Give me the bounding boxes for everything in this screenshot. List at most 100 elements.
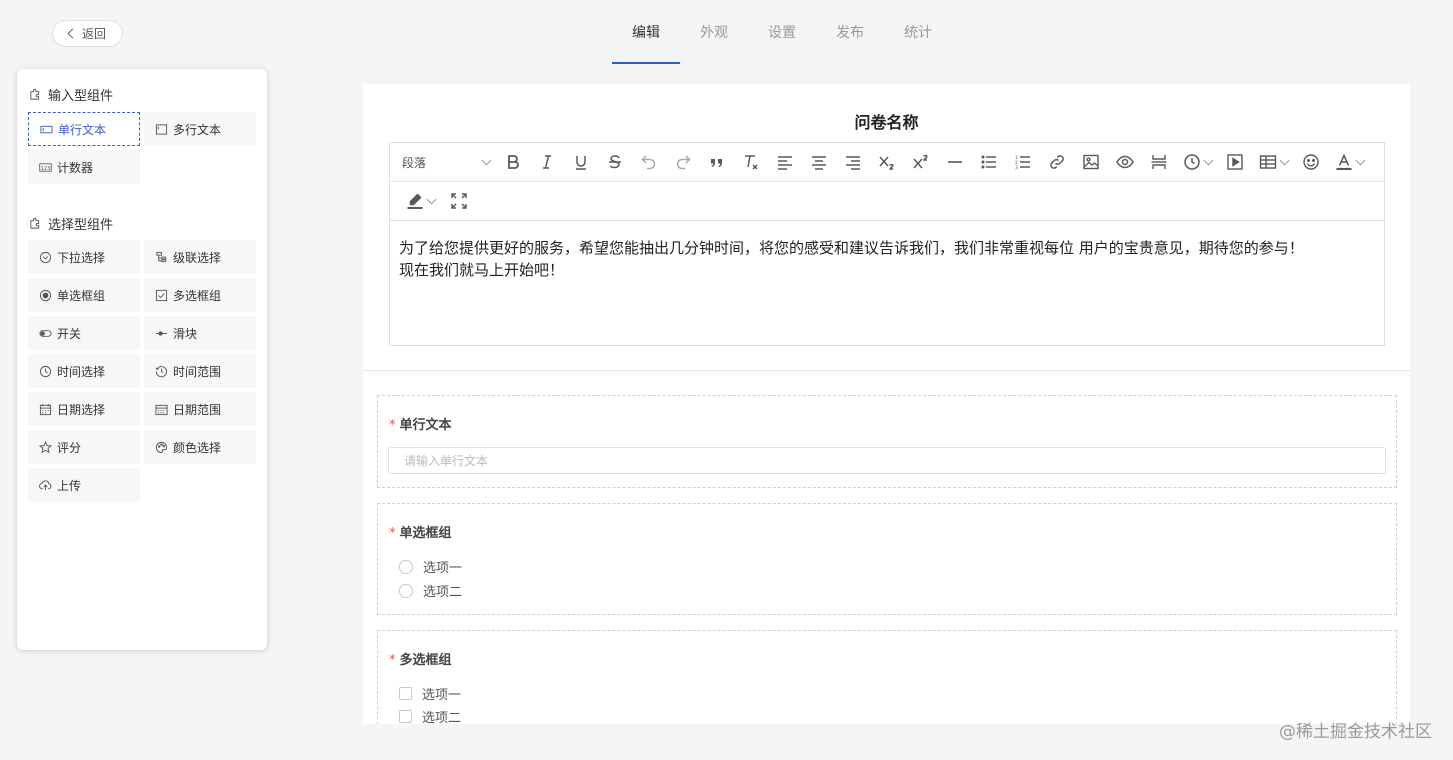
dropdown-icon: [39, 251, 52, 264]
component-time-range[interactable]: 时间范围: [144, 354, 256, 388]
back-button[interactable]: 返回: [52, 20, 123, 47]
tab-statistics[interactable]: 统计: [884, 0, 952, 64]
chevron-down-icon: [481, 155, 492, 165]
puzzle-icon: [29, 217, 42, 230]
tab-appearance-label: 外观: [700, 25, 728, 41]
chevron-left-icon: [67, 28, 78, 39]
time-range-icon: [155, 365, 168, 378]
component-switch[interactable]: 开关: [28, 316, 140, 350]
image-icon[interactable]: [1074, 148, 1108, 176]
checkbox-option-label: 选项一: [422, 688, 462, 703]
horizontal-rule-icon[interactable]: [938, 148, 972, 176]
component-upload[interactable]: 上传: [28, 468, 140, 502]
field-label: * 单选框组: [389, 522, 452, 541]
input-component-grid: 单行文本 多行文本 123 计数器: [28, 112, 256, 188]
redo-icon[interactable]: [666, 148, 700, 176]
form-title[interactable]: 问卷名称: [363, 109, 1410, 133]
font-color-icon: [1336, 153, 1351, 170]
link-icon[interactable]: [1040, 148, 1074, 176]
radio-option[interactable]: 选项一: [399, 557, 462, 576]
cloud-upload-icon: [39, 479, 52, 492]
component-radio-group[interactable]: 单选框组: [28, 278, 140, 312]
chevron-down-icon: [426, 194, 436, 204]
subscript-icon[interactable]: [870, 148, 904, 176]
top-bar: 返回 编辑 外观 设置 发布 统计: [0, 0, 1453, 64]
form-field-radio-group[interactable]: * 单选框组 选项一 选项二: [377, 503, 1397, 615]
component-cascader[interactable]: 级联选择: [144, 240, 256, 274]
insert-time-button[interactable]: [1176, 148, 1218, 176]
component-slider[interactable]: 滑块: [144, 316, 256, 350]
underline-icon[interactable]: [564, 148, 598, 176]
tab-publish[interactable]: 发布: [816, 0, 884, 64]
checkbox[interactable]: [399, 687, 412, 700]
component-label: 上传: [57, 478, 82, 493]
field-label-text: 单选框组: [399, 526, 452, 541]
component-label: 单选框组: [57, 288, 106, 303]
component-rate[interactable]: 评分: [28, 430, 140, 464]
component-date-range[interactable]: 日期范围: [144, 392, 256, 426]
video-icon[interactable]: [1218, 148, 1252, 176]
font-color-button[interactable]: [1328, 148, 1370, 176]
paragraph-select[interactable]: 段落: [398, 148, 496, 176]
preview-eye-icon[interactable]: [1108, 148, 1142, 176]
align-center-icon[interactable]: [802, 148, 836, 176]
blockquote-icon[interactable]: [700, 148, 734, 176]
component-multi-line-text[interactable]: 多行文本: [144, 112, 256, 146]
tab-appearance[interactable]: 外观: [680, 0, 748, 64]
clear-format-icon[interactable]: [734, 148, 768, 176]
tab-edit[interactable]: 编辑: [612, 0, 680, 64]
form-field-single-line-text[interactable]: * 单行文本: [377, 395, 1397, 488]
palette-icon: [155, 441, 168, 454]
bold-icon[interactable]: [496, 148, 530, 176]
chevron-down-icon: [1355, 155, 1365, 165]
emoji-icon[interactable]: [1294, 148, 1328, 176]
component-label: 评分: [57, 440, 82, 455]
superscript-icon[interactable]: [904, 148, 938, 176]
radio-option[interactable]: 选项二: [399, 581, 462, 600]
component-dropdown[interactable]: 下拉选择: [28, 240, 140, 274]
strikethrough-icon[interactable]: [598, 148, 632, 176]
editor-text-line: 为了给您提供更好的服务，希望您能抽出几分钟时间，将您的感受和建议告诉我们，我们非…: [399, 239, 1304, 257]
input-group-title: 输入型组件: [29, 85, 113, 104]
component-date-picker[interactable]: 日期选择: [28, 392, 140, 426]
undo-icon[interactable]: [632, 148, 666, 176]
component-time-picker[interactable]: 时间选择: [28, 354, 140, 388]
tab-settings[interactable]: 设置: [748, 0, 816, 64]
italic-icon[interactable]: [530, 148, 564, 176]
numbered-list-icon[interactable]: 123: [1006, 148, 1040, 176]
tab-settings-label: 设置: [768, 25, 796, 41]
component-color-picker[interactable]: 颜色选择: [144, 430, 256, 464]
insert-table-button[interactable]: [1252, 148, 1294, 176]
single-line-text-input[interactable]: [388, 447, 1386, 474]
component-single-line-text[interactable]: 单行文本: [28, 112, 140, 146]
editor-text-line: 现在我们就马上开始吧！: [399, 261, 565, 279]
align-left-icon[interactable]: [768, 148, 802, 176]
checkbox-option[interactable]: 选项二: [399, 707, 461, 724]
editor-toolbar-row-2: [390, 182, 1384, 221]
bullet-list-icon[interactable]: [972, 148, 1006, 176]
fullscreen-icon[interactable]: [442, 187, 476, 215]
page-break-icon[interactable]: [1142, 148, 1176, 176]
checkbox[interactable]: [399, 710, 412, 723]
switch-icon: [39, 327, 52, 340]
date-range-icon: [155, 403, 168, 416]
radio-button[interactable]: [399, 583, 413, 598]
component-label: 时间范围: [173, 364, 222, 379]
editor-content[interactable]: 为了给您提供更好的服务，希望您能抽出几分钟时间，将您的感受和建议告诉我们，我们非…: [390, 221, 1384, 297]
multi-line-text-icon: [155, 123, 168, 136]
highlight-color-button[interactable]: [398, 187, 442, 215]
component-checkbox-group[interactable]: 多选框组: [144, 278, 256, 312]
component-label: 日期选择: [57, 402, 106, 417]
component-label: 多行文本: [173, 122, 222, 137]
checkbox-option-label: 选项二: [422, 711, 462, 724]
radio-option-label: 选项一: [423, 561, 463, 576]
section-divider: [363, 370, 1410, 371]
form-field-checkbox-group[interactable]: * 多选框组 选项一 选项二: [377, 630, 1397, 724]
align-right-icon[interactable]: [836, 148, 870, 176]
checkbox-option[interactable]: 选项一: [399, 684, 461, 703]
radio-button[interactable]: [399, 559, 413, 574]
select-group-title: 选择型组件: [29, 214, 113, 233]
form-canvas: 问卷名称 段落 123 为了给您提供更好的服务，希望您能抽出几分钟时间，将您的感…: [363, 84, 1410, 724]
component-counter[interactable]: 123 计数器: [28, 150, 140, 184]
cascader-icon: [155, 251, 168, 264]
